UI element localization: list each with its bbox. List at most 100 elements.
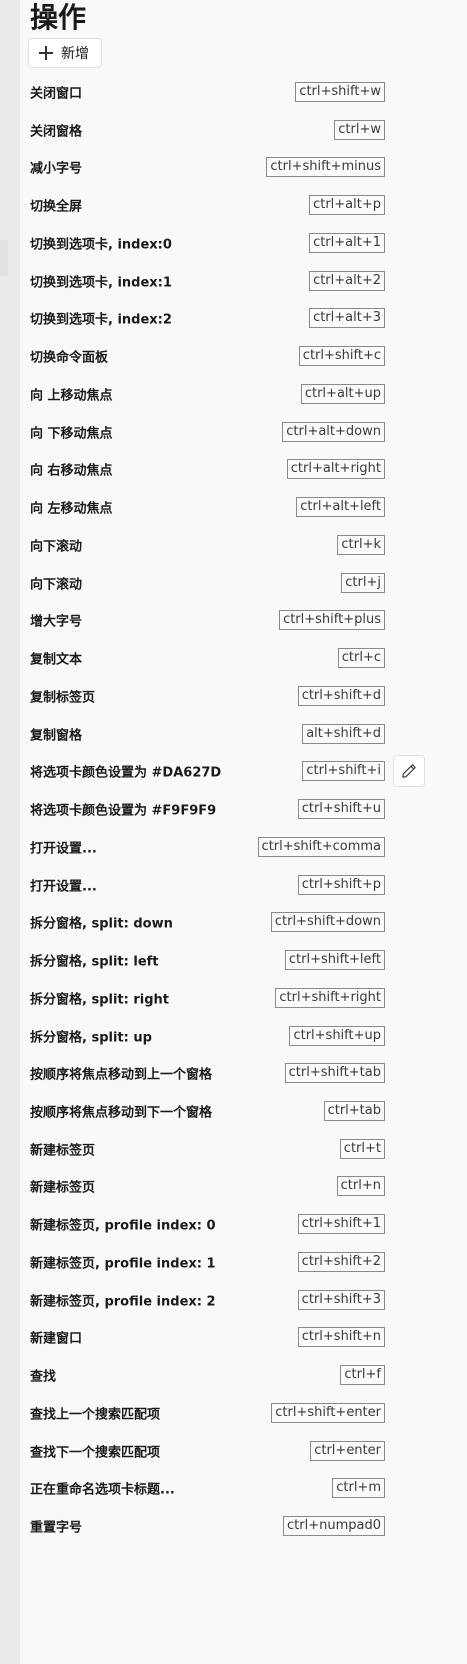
action-label: 新建标签页, profile index: 0	[30, 1218, 216, 1234]
action-label: 切换到选项卡, index:1	[30, 275, 172, 291]
action-row[interactable]: 新建窗口 ctrl+shift+n	[30, 1317, 385, 1357]
action-row[interactable]: 查找下一个搜索匹配项 ctrl+enter	[30, 1431, 385, 1471]
action-label: 将选项卡颜色设置为 #F9F9F9	[30, 803, 217, 819]
key-binding-chip[interactable]: ctrl+shift+n	[297, 1327, 385, 1348]
action-label: 新建标签页	[30, 1143, 96, 1159]
key-binding-chip[interactable]: ctrl+alt+down	[282, 421, 385, 442]
key-binding-chip[interactable]: ctrl+k	[337, 534, 385, 555]
edit-action-button[interactable]	[393, 755, 425, 788]
action-row[interactable]: 减小字号 ctrl+shift+minus	[30, 147, 385, 187]
action-label: 复制窗格	[30, 728, 83, 744]
key-binding-chip[interactable]: ctrl+shift+right	[275, 987, 385, 1008]
key-binding-chip[interactable]: ctrl+shift+up	[289, 1025, 385, 1046]
action-row[interactable]: 重置字号 ctrl+numpad0	[30, 1506, 385, 1546]
action-row[interactable]: 切换到选项卡, index:1 ctrl+alt+2	[30, 261, 385, 301]
key-binding-chip[interactable]: ctrl+shift+1	[297, 1214, 385, 1235]
action-label: 拆分窗格, split: up	[30, 1030, 152, 1045]
key-binding-chip[interactable]: ctrl+numpad0	[283, 1516, 385, 1537]
key-binding-chip[interactable]: ctrl+shift+w	[295, 82, 385, 102]
key-binding-chip[interactable]: ctrl+shift+minus	[266, 157, 385, 178]
action-row[interactable]: 复制窗格 alt+shift+d	[30, 714, 385, 754]
action-row[interactable]: 向下滚动 ctrl+k	[30, 525, 385, 565]
plus-icon	[39, 46, 53, 60]
action-row[interactable]: 新建标签页, profile index: 2 ctrl+shift+3	[30, 1280, 385, 1320]
key-binding-chip[interactable]: ctrl+shift+plus	[279, 610, 385, 631]
key-binding-chip[interactable]: ctrl+enter	[310, 1440, 385, 1461]
action-row[interactable]: 复制标签页 ctrl+shift+d	[30, 676, 385, 716]
action-row[interactable]: 切换到选项卡, index:0 ctrl+alt+1	[30, 223, 385, 263]
action-row[interactable]: 正在重命名选项卡标题... ctrl+m	[30, 1468, 385, 1508]
key-binding-chip[interactable]: ctrl+shift+c	[298, 346, 385, 367]
action-row[interactable]: 拆分窗格, split: left ctrl+shift+left	[30, 940, 385, 980]
action-label: 减小字号	[30, 161, 83, 177]
add-action-label: 新增	[61, 46, 89, 62]
key-binding-chip[interactable]: ctrl+j	[341, 572, 385, 593]
key-binding-chip[interactable]: ctrl+shift+d	[297, 685, 385, 706]
key-binding-chip[interactable]: ctrl+shift+left	[284, 950, 385, 971]
key-binding-chip[interactable]: ctrl+alt+1	[309, 232, 385, 253]
action-row[interactable]: 按顺序将焦点移动到下一个窗格 ctrl+tab	[30, 1091, 385, 1131]
key-binding-chip[interactable]: ctrl+shift+3	[297, 1289, 385, 1310]
action-label: 关闭窗格	[30, 124, 83, 140]
action-label: 打开设置...	[30, 879, 97, 895]
key-binding-chip[interactable]: ctrl+tab	[323, 1100, 385, 1121]
key-binding-chip[interactable]: ctrl+shift+enter	[271, 1402, 385, 1423]
add-action-button[interactable]: 新增	[28, 38, 102, 68]
key-binding-chip[interactable]: ctrl+alt+up	[300, 383, 385, 404]
key-binding-chip[interactable]: ctrl+alt+p	[309, 195, 385, 216]
action-row[interactable]: 向 下移动焦点 ctrl+alt+down	[30, 412, 385, 452]
action-label: 查找上一个搜索匹配项	[30, 1407, 161, 1423]
action-row[interactable]: 拆分窗格, split: right ctrl+shift+right	[30, 978, 385, 1018]
action-row[interactable]: 关闭窗格 ctrl+w	[30, 110, 385, 150]
action-row[interactable]: 按顺序将焦点移动到上一个窗格 ctrl+shift+tab	[30, 1053, 385, 1093]
action-row[interactable]: 新建标签页, profile index: 0 ctrl+shift+1	[30, 1204, 385, 1244]
action-row[interactable]: 新建标签页 ctrl+n	[30, 1166, 385, 1206]
action-row[interactable]: 向 右移动焦点 ctrl+alt+right	[30, 449, 385, 489]
action-row[interactable]: 查找 ctrl+f	[30, 1355, 385, 1395]
action-row[interactable]: 查找上一个搜索匹配项 ctrl+shift+enter	[30, 1393, 385, 1433]
action-row[interactable]: 新建标签页, profile index: 1 ctrl+shift+2	[30, 1242, 385, 1282]
action-row[interactable]: 切换全屏 ctrl+alt+p	[30, 185, 385, 225]
action-row[interactable]: 将选项卡颜色设置为 #F9F9F9 ctrl+shift+u	[30, 789, 385, 829]
key-binding-chip[interactable]: ctrl+shift+p	[297, 874, 385, 895]
action-label: 关闭窗口	[30, 86, 83, 102]
key-binding-chip[interactable]: ctrl+alt+right	[286, 459, 385, 480]
action-row[interactable]: 增大字号 ctrl+shift+plus	[30, 600, 385, 640]
key-binding-chip[interactable]: ctrl+shift+u	[297, 799, 385, 820]
key-binding-chip[interactable]: ctrl+c	[337, 648, 385, 669]
action-row[interactable]: 打开设置... ctrl+shift+comma	[30, 827, 385, 867]
key-binding-chip[interactable]: ctrl+shift+2	[297, 1251, 385, 1272]
key-binding-chip[interactable]: ctrl+f	[340, 1365, 385, 1386]
action-label: 查找	[30, 1369, 57, 1385]
action-row[interactable]: 拆分窗格, split: up ctrl+shift+up	[30, 1016, 385, 1056]
key-binding-chip[interactable]: ctrl+alt+left	[296, 497, 385, 518]
key-binding-chip[interactable]: ctrl+shift+tab	[284, 1063, 385, 1084]
key-binding-chip[interactable]: ctrl+t	[339, 1138, 385, 1159]
action-row[interactable]: 切换到选项卡, index:2 ctrl+alt+3	[30, 298, 385, 338]
key-binding-chip[interactable]: ctrl+alt+3	[309, 308, 385, 329]
action-row[interactable]: 向 上移动焦点 ctrl+alt+up	[30, 374, 385, 414]
action-label: 新建标签页, profile index: 2	[30, 1294, 216, 1310]
key-binding-chip[interactable]: ctrl+shift+i	[302, 761, 385, 782]
action-row[interactable]: 切换命令面板 ctrl+shift+c	[30, 336, 385, 376]
action-row[interactable]: 向下滚动 ctrl+j	[30, 563, 385, 603]
key-binding-chip[interactable]: ctrl+shift+comma	[257, 836, 385, 857]
action-row[interactable]: 将选项卡颜色设置为 #DA627D ctrl+shift+i	[30, 751, 385, 791]
key-binding-chip[interactable]: alt+shift+d	[302, 723, 385, 744]
action-row[interactable]: 复制文本 ctrl+c	[30, 638, 385, 678]
action-label: 正在重命名选项卡标题...	[30, 1482, 175, 1498]
action-row[interactable]: 打开设置... ctrl+shift+p	[30, 865, 385, 905]
action-label: 切换全屏	[30, 199, 83, 215]
action-row[interactable]: 拆分窗格, split: down ctrl+shift+down	[30, 902, 385, 942]
action-row[interactable]: 关闭窗口 ctrl+shift+w	[30, 72, 385, 112]
key-binding-chip[interactable]: ctrl+m	[332, 1478, 385, 1499]
key-binding-chip[interactable]: ctrl+alt+2	[309, 270, 385, 291]
key-binding-chip[interactable]: ctrl+n	[336, 1176, 385, 1197]
action-label: 向下滚动	[30, 539, 83, 555]
key-binding-chip[interactable]: ctrl+w	[334, 119, 385, 140]
action-label: 按顺序将焦点移动到下一个窗格	[30, 1105, 213, 1121]
key-binding-chip[interactable]: ctrl+shift+down	[270, 912, 385, 933]
action-row[interactable]: 新建标签页 ctrl+t	[30, 1129, 385, 1169]
action-label: 复制文本	[30, 652, 83, 668]
action-row[interactable]: 向 左移动焦点 ctrl+alt+left	[30, 487, 385, 527]
